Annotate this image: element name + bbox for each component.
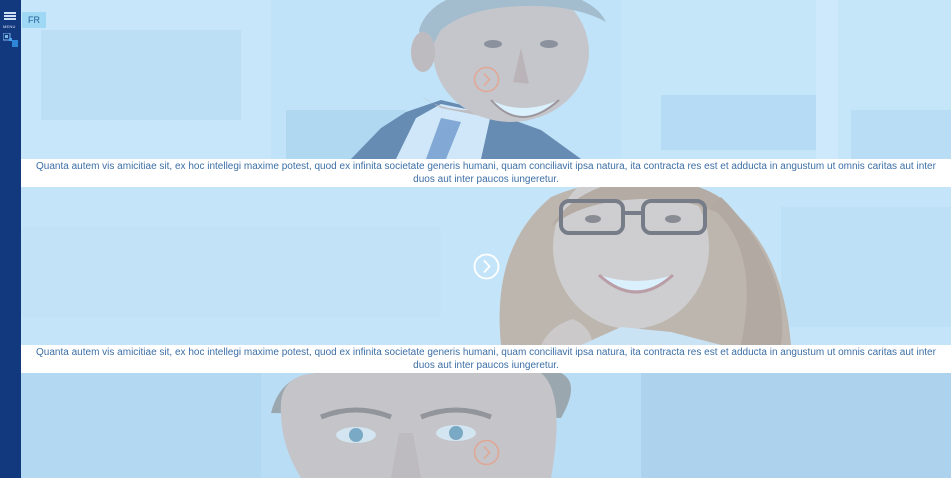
chevron-right-circle-icon[interactable] [473,66,500,93]
testimonial-photo-3 [21,373,951,478]
hamburger-icon [4,18,16,20]
side-nav-rail: MENU [0,0,21,478]
testimonial-text: Quanta autem vis amicitiae sit, ex hoc i… [36,347,936,371]
menu-button[interactable]: MENU [3,12,17,30]
chevron-right-circle-icon[interactable] [473,253,500,280]
chevron-right-circle-icon[interactable] [473,439,500,466]
menu-label: MENU [3,24,16,29]
logo-icon[interactable] [3,33,19,49]
testimonial-photo-1 [21,0,951,159]
testimonial-caption-2: Quanta autem vis amicitiae sit, ex hoc i… [21,345,951,373]
page: MENU FR Quanta autem vis amicitiae sit, … [0,0,951,478]
hamburger-icon [4,12,16,14]
language-switch-button[interactable]: FR [22,12,46,28]
testimonial-caption-1: Quanta autem vis amicitiae sit, ex hoc i… [21,159,951,187]
hamburger-icon [4,15,16,17]
testimonial-text: Quanta autem vis amicitiae sit, ex hoc i… [36,161,936,185]
testimonial-photo-2 [21,187,951,345]
